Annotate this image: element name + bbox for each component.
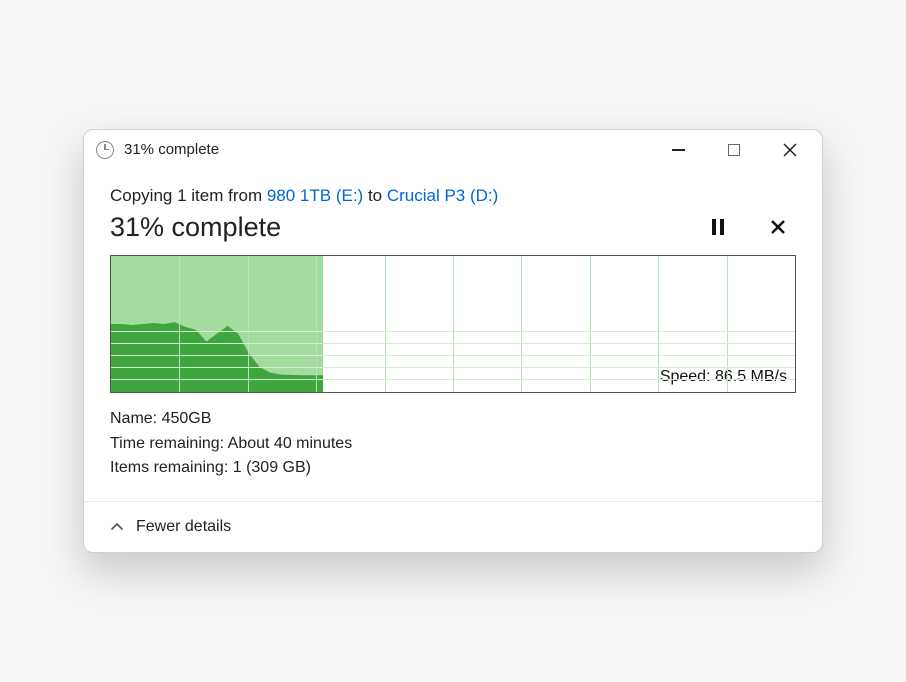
progress-text: 31% complete [110, 212, 281, 243]
chevron-up-icon [110, 520, 124, 534]
copy-description: Copying 1 item from 980 1TB (E:) to Cruc… [110, 186, 796, 206]
items-value: 1 (309 GB) [233, 459, 311, 476]
speed-chart: Speed: 86.5 MB/s [110, 255, 796, 393]
window-controls [664, 136, 810, 164]
clock-icon [96, 141, 114, 159]
pause-icon [712, 219, 724, 235]
name-value: 450GB [162, 410, 212, 427]
speed-label: Speed: 86.5 MB/s [660, 368, 787, 386]
destination-link[interactable]: Crucial P3 (D:) [387, 186, 498, 205]
items-label: Items remaining: [110, 459, 233, 476]
maximize-button[interactable] [720, 136, 748, 164]
details-block: Name: 450GB Time remaining: About 40 min… [110, 407, 796, 481]
cancel-button[interactable] [766, 215, 790, 239]
window-title: 31% complete [124, 141, 664, 158]
detail-time-remaining: Time remaining: About 40 minutes [110, 432, 796, 457]
name-label: Name: [110, 410, 162, 427]
pause-button[interactable] [706, 215, 730, 239]
speed-label-text: Speed: [660, 368, 715, 385]
time-label: Time remaining: [110, 435, 228, 452]
cancel-icon [770, 219, 786, 235]
minimize-button[interactable] [664, 136, 692, 164]
action-buttons [706, 215, 796, 239]
titlebar: 31% complete [84, 130, 822, 170]
copy-dialog: 31% complete Copying 1 item from 980 1TB… [83, 129, 823, 553]
progress-row: 31% complete [110, 212, 796, 243]
detail-name: Name: 450GB [110, 407, 796, 432]
copy-middle: to [363, 186, 387, 205]
details-toggle[interactable]: Fewer details [84, 501, 822, 552]
minimize-icon [672, 149, 685, 151]
copy-prefix: Copying 1 item from [110, 186, 267, 205]
maximize-icon [728, 144, 740, 156]
dialog-body: Copying 1 item from 980 1TB (E:) to Cruc… [84, 170, 822, 501]
source-link[interactable]: 980 1TB (E:) [267, 186, 363, 205]
close-button[interactable] [776, 136, 804, 164]
close-icon [783, 143, 797, 157]
details-toggle-label: Fewer details [136, 518, 231, 536]
detail-items-remaining: Items remaining: 1 (309 GB) [110, 456, 796, 481]
time-value: About 40 minutes [228, 435, 353, 452]
speed-series [111, 256, 323, 392]
